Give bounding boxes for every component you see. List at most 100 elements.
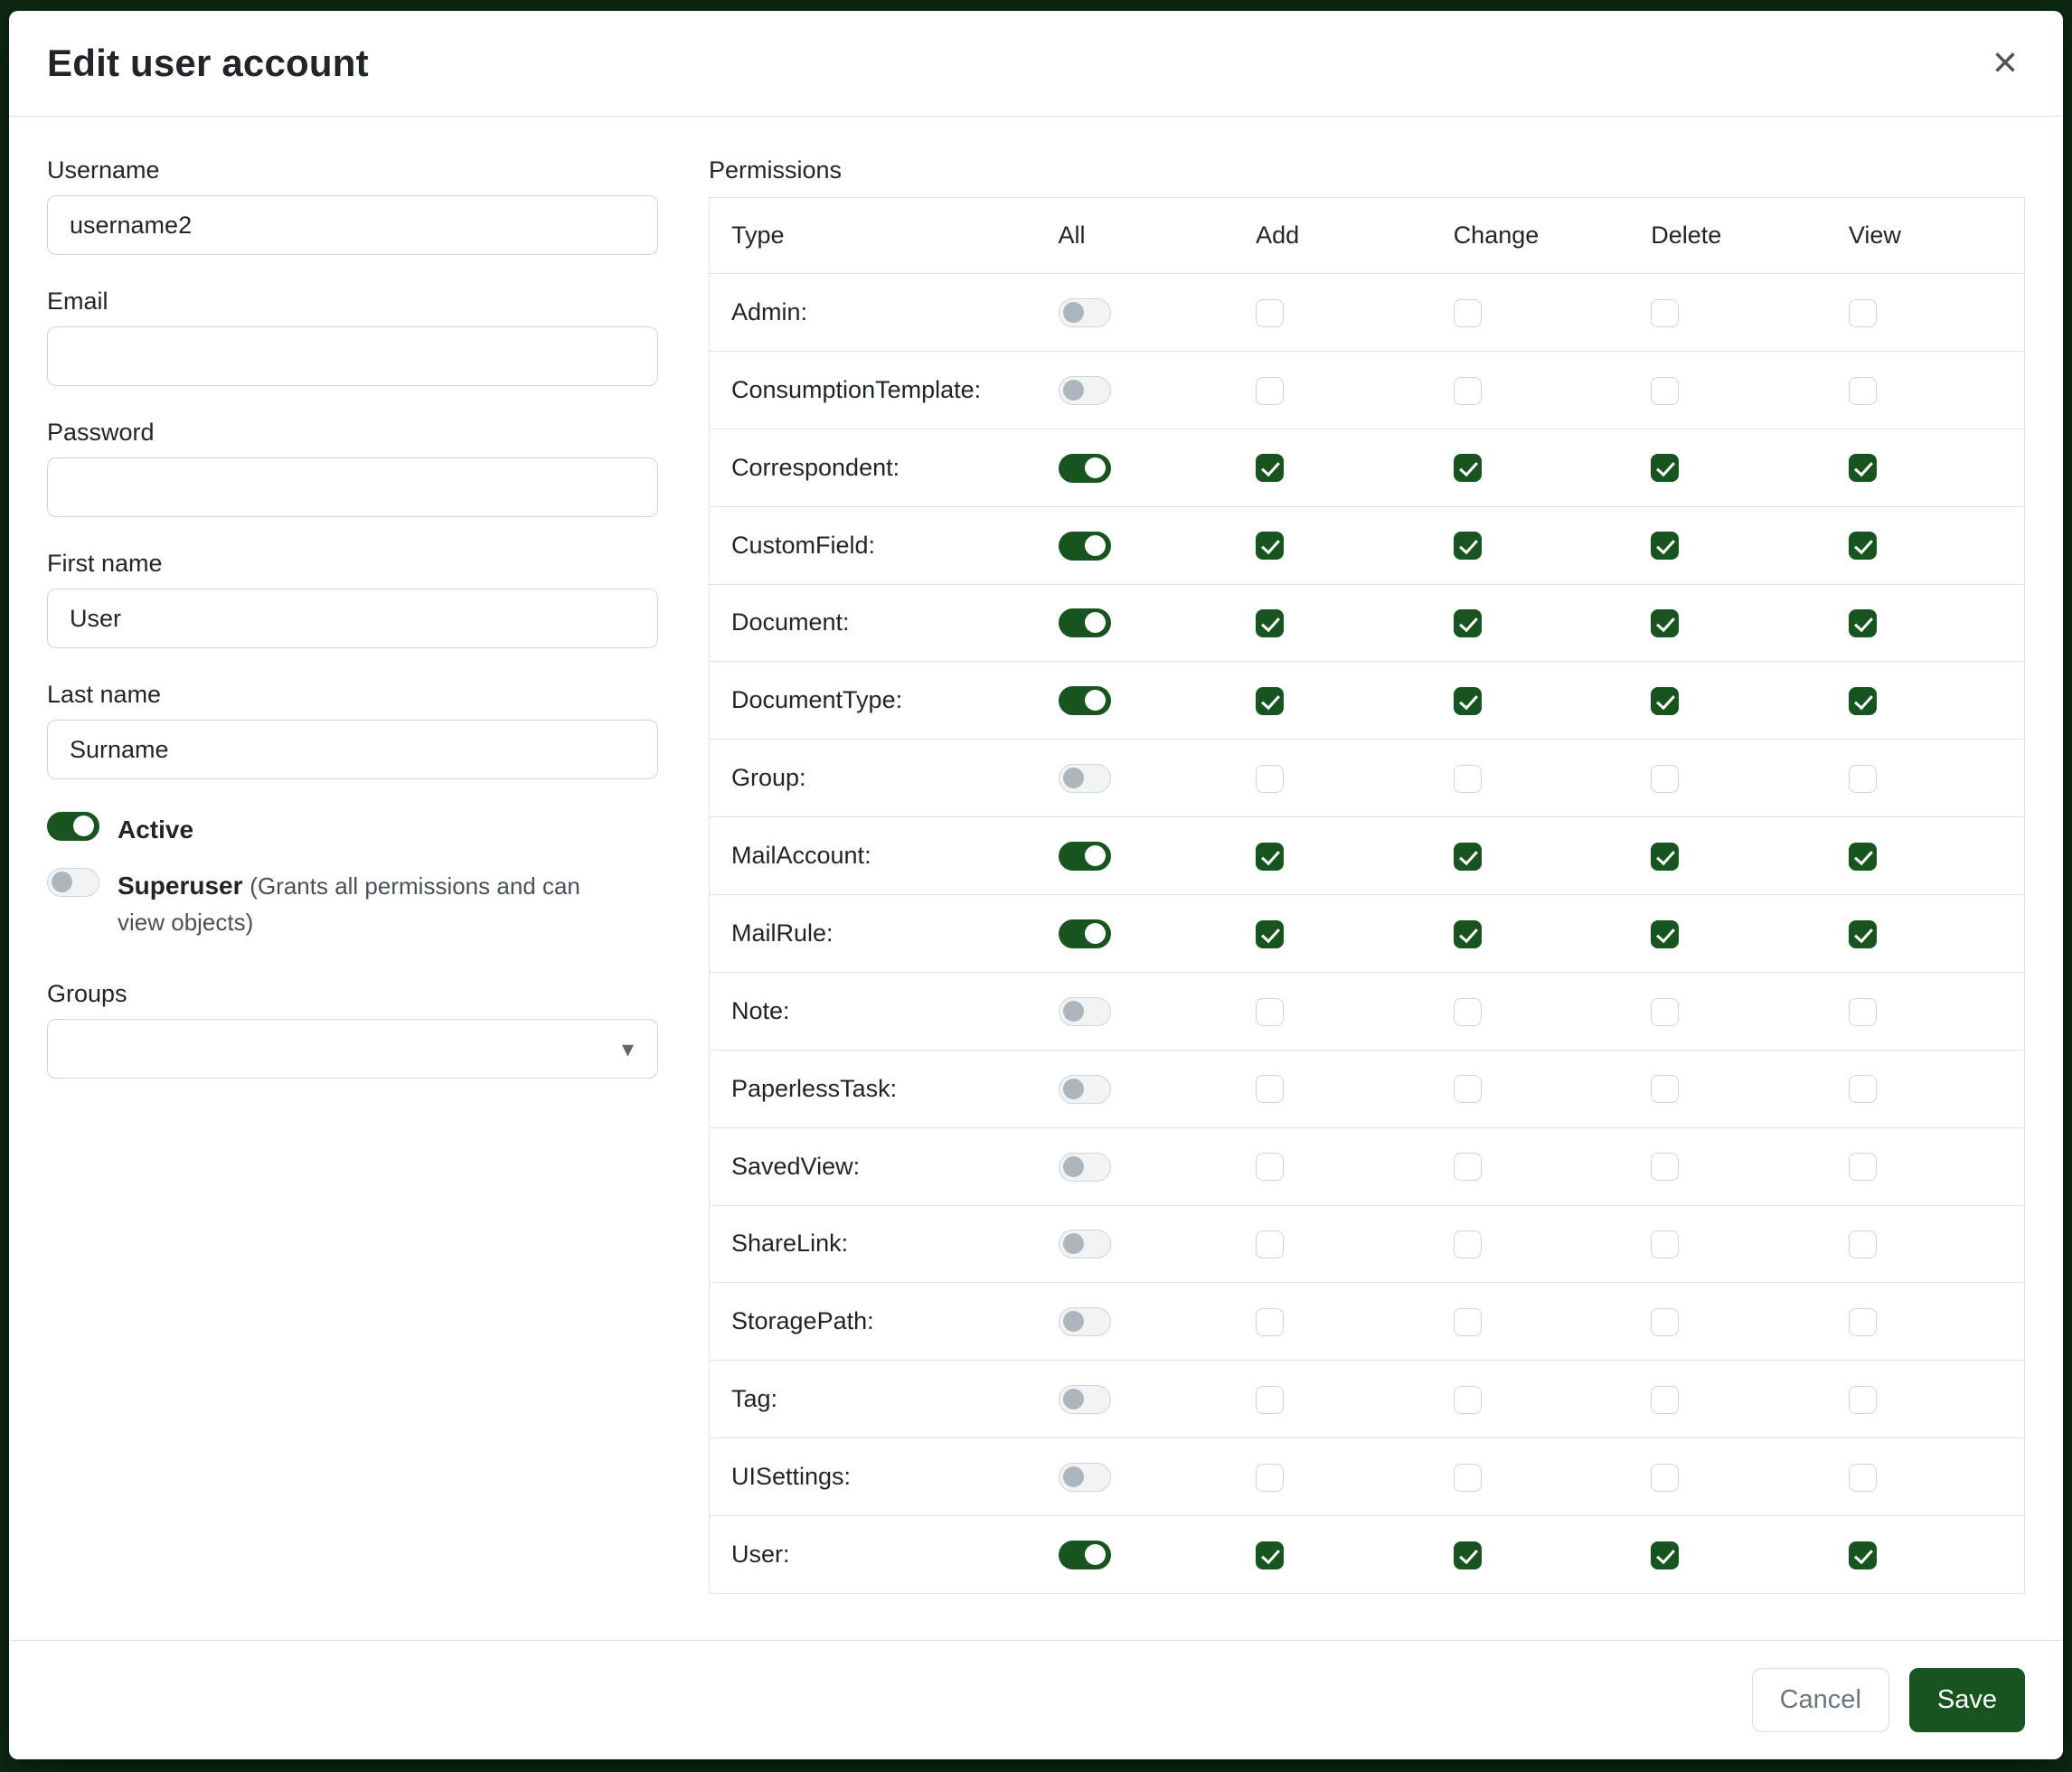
permission-view-checkbox[interactable] <box>1849 1075 1877 1103</box>
permission-add-checkbox[interactable] <box>1256 1541 1284 1569</box>
permission-view-checkbox[interactable] <box>1849 532 1877 560</box>
permission-delete-checkbox[interactable] <box>1651 609 1679 637</box>
first-name-field[interactable] <box>47 589 658 648</box>
permission-change-checkbox[interactable] <box>1454 532 1482 560</box>
password-field[interactable] <box>47 457 658 517</box>
permission-all-toggle[interactable] <box>1059 686 1111 715</box>
permission-view-checkbox[interactable] <box>1849 920 1877 948</box>
permission-add-checkbox[interactable] <box>1256 1230 1284 1258</box>
permission-all-toggle[interactable] <box>1059 376 1111 405</box>
permission-all-toggle[interactable] <box>1059 919 1111 948</box>
permission-add-checkbox[interactable] <box>1256 843 1284 871</box>
permission-view-checkbox[interactable] <box>1849 765 1877 793</box>
permission-delete-checkbox[interactable] <box>1651 1075 1679 1103</box>
permission-delete-checkbox[interactable] <box>1651 1153 1679 1181</box>
permission-delete-checkbox[interactable] <box>1651 920 1679 948</box>
permission-change-checkbox[interactable] <box>1454 765 1482 793</box>
permission-view-checkbox[interactable] <box>1849 1153 1877 1181</box>
permission-view-checkbox[interactable] <box>1849 1464 1877 1492</box>
permission-change-checkbox[interactable] <box>1454 920 1482 948</box>
permission-add-checkbox[interactable] <box>1256 454 1284 482</box>
permission-change-checkbox[interactable] <box>1454 843 1482 871</box>
permission-all-toggle[interactable] <box>1059 1463 1111 1492</box>
permission-change-checkbox[interactable] <box>1454 454 1482 482</box>
permission-view-checkbox[interactable] <box>1849 843 1877 871</box>
column-header-change: Change <box>1432 198 1630 274</box>
permission-change-checkbox[interactable] <box>1454 998 1482 1026</box>
permission-add-checkbox[interactable] <box>1256 920 1284 948</box>
last-name-field[interactable] <box>47 720 658 779</box>
permission-all-toggle[interactable] <box>1059 997 1111 1026</box>
permission-add-checkbox[interactable] <box>1256 687 1284 715</box>
permission-change-checkbox[interactable] <box>1454 687 1482 715</box>
save-button[interactable]: Save <box>1909 1668 2025 1732</box>
permission-view-checkbox[interactable] <box>1849 687 1877 715</box>
permission-view-checkbox[interactable] <box>1849 998 1877 1026</box>
close-icon[interactable]: × <box>1985 38 2025 89</box>
permission-all-toggle[interactable] <box>1059 608 1111 637</box>
permission-change-checkbox[interactable] <box>1454 1230 1482 1258</box>
username-input[interactable] <box>47 195 658 255</box>
permission-add-checkbox[interactable] <box>1256 998 1284 1026</box>
permission-all-toggle[interactable] <box>1059 1385 1111 1414</box>
permission-view-checkbox[interactable] <box>1849 454 1877 482</box>
permission-delete-checkbox[interactable] <box>1651 532 1679 560</box>
permission-delete-checkbox[interactable] <box>1651 299 1679 327</box>
permission-change-checkbox[interactable] <box>1454 1386 1482 1414</box>
permission-all-toggle[interactable] <box>1059 1153 1111 1182</box>
permission-delete-checkbox[interactable] <box>1651 765 1679 793</box>
groups-select[interactable]: ▾ <box>47 1019 658 1079</box>
permission-delete-checkbox[interactable] <box>1651 1541 1679 1569</box>
permission-view-checkbox[interactable] <box>1849 299 1877 327</box>
permission-delete-checkbox[interactable] <box>1651 998 1679 1026</box>
active-toggle[interactable] <box>47 812 99 841</box>
permission-view-checkbox[interactable] <box>1849 1541 1877 1569</box>
permission-delete-checkbox[interactable] <box>1651 1308 1679 1336</box>
permission-all-toggle[interactable] <box>1059 454 1111 483</box>
permission-add-checkbox[interactable] <box>1256 1464 1284 1492</box>
permission-add-checkbox[interactable] <box>1256 299 1284 327</box>
permission-change-checkbox[interactable] <box>1454 1308 1482 1336</box>
permission-add-checkbox[interactable] <box>1256 1308 1284 1336</box>
superuser-toggle[interactable] <box>47 868 99 897</box>
permission-view-checkbox[interactable] <box>1849 609 1877 637</box>
permission-add-checkbox[interactable] <box>1256 377 1284 405</box>
permission-view-checkbox[interactable] <box>1849 1386 1877 1414</box>
permission-all-toggle[interactable] <box>1059 1230 1111 1258</box>
table-row: ConsumptionTemplate: <box>710 351 2025 429</box>
permission-all-toggle[interactable] <box>1059 298 1111 327</box>
permission-view-checkbox[interactable] <box>1849 377 1877 405</box>
permission-change-checkbox[interactable] <box>1454 1153 1482 1181</box>
permission-change-checkbox[interactable] <box>1454 609 1482 637</box>
permission-change-checkbox[interactable] <box>1454 299 1482 327</box>
permission-delete-checkbox[interactable] <box>1651 1230 1679 1258</box>
permission-delete-checkbox[interactable] <box>1651 454 1679 482</box>
permission-change-checkbox[interactable] <box>1454 1541 1482 1569</box>
permission-delete-checkbox[interactable] <box>1651 1386 1679 1414</box>
permission-add-checkbox[interactable] <box>1256 1153 1284 1181</box>
permission-add-checkbox[interactable] <box>1256 609 1284 637</box>
permission-add-checkbox[interactable] <box>1256 1075 1284 1103</box>
permission-view-checkbox[interactable] <box>1849 1230 1877 1258</box>
permission-add-checkbox[interactable] <box>1256 1386 1284 1414</box>
permission-delete-checkbox[interactable] <box>1651 377 1679 405</box>
permission-view-checkbox[interactable] <box>1849 1308 1877 1336</box>
email-field[interactable] <box>47 326 658 386</box>
permission-change-checkbox[interactable] <box>1454 1075 1482 1103</box>
permission-delete-checkbox[interactable] <box>1651 687 1679 715</box>
permission-delete-checkbox[interactable] <box>1651 1464 1679 1492</box>
modal-header: Edit user account × <box>9 11 2063 117</box>
cancel-button[interactable]: Cancel <box>1752 1668 1889 1732</box>
permission-all-toggle[interactable] <box>1059 764 1111 793</box>
permission-all-toggle[interactable] <box>1059 1075 1111 1104</box>
permission-all-toggle[interactable] <box>1059 842 1111 871</box>
permission-change-checkbox[interactable] <box>1454 1464 1482 1492</box>
permission-all-toggle[interactable] <box>1059 532 1111 561</box>
permission-all-toggle[interactable] <box>1059 1307 1111 1336</box>
permission-delete-checkbox[interactable] <box>1651 843 1679 871</box>
permission-all-toggle[interactable] <box>1059 1541 1111 1569</box>
permission-add-checkbox[interactable] <box>1256 532 1284 560</box>
permission-add-checkbox[interactable] <box>1256 765 1284 793</box>
groups-group: Groups ▾ <box>47 980 658 1079</box>
permission-change-checkbox[interactable] <box>1454 377 1482 405</box>
